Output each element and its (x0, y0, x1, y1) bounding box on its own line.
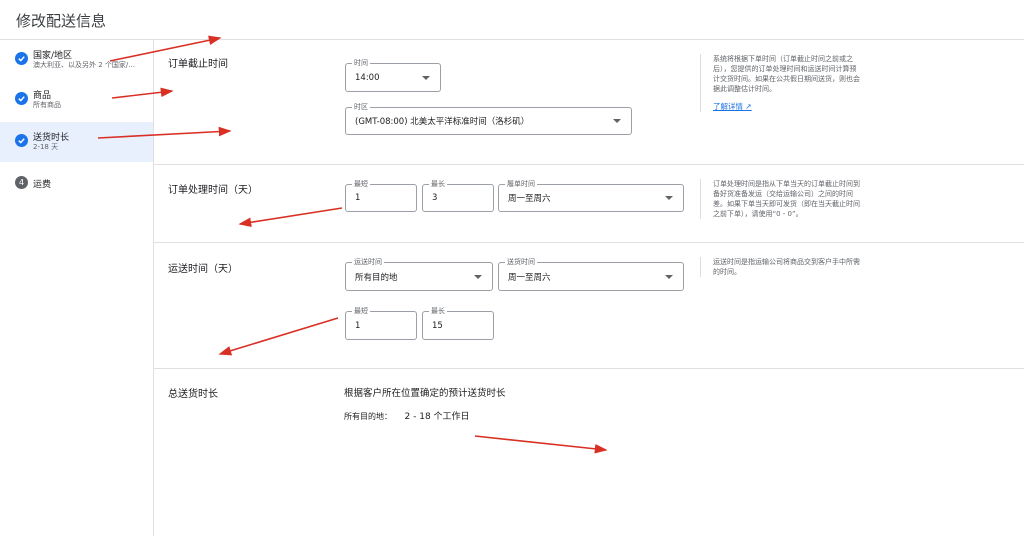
field-value: 1 (355, 193, 361, 203)
field-label: 时区 (352, 102, 370, 112)
field-label: 最短 (352, 306, 370, 316)
total-row-label: 所有目的地： (344, 412, 392, 421)
page-header: 修改配送信息 (0, 0, 1024, 40)
total-row: 所有目的地： 2 - 18 个工作日 (344, 409, 470, 422)
learn-more-label: 了解详情 (713, 102, 743, 111)
field-label: 时间 (352, 58, 370, 68)
transit-min-input[interactable]: 最短 1 (345, 306, 417, 340)
page-title: 修改配送信息 (16, 12, 107, 30)
field-value: 周一至周六 (508, 194, 551, 204)
step-summary: 2-18 天 (33, 143, 59, 151)
field-label: 最短 (352, 179, 370, 189)
total-row-value: 2 - 18 个工作日 (404, 412, 470, 422)
section-title: 订单截止时间 (168, 59, 228, 70)
cutoff-help: 系统将根据下单时间（订单截止时间之前或之后），您提供的订单处理时间和运送时间计算… (700, 54, 860, 112)
field-value: 14:00 (355, 72, 380, 83)
handling-help: 订单处理时间是指从下单当天的订单截止时间到备好货准备发运（交给运输公司）之间的时… (700, 179, 860, 219)
dropdown-arrow-icon (422, 75, 430, 80)
dropdown-arrow-icon (665, 274, 673, 279)
handling-days-select[interactable]: 履单时间 周一至周六 (498, 179, 684, 212)
step-label: 运费 (33, 180, 52, 190)
field-label: 最长 (429, 306, 447, 316)
section-title: 订单处理时间（天） (168, 185, 258, 196)
field-label: 送货时间 (505, 257, 537, 267)
total-section-title: 总送货时长 (168, 389, 218, 400)
dropdown-arrow-icon (474, 274, 482, 279)
help-text: 系统将根据下单时间（订单截止时间之前或之后），您提供的订单处理时间和运送时间计算… (713, 55, 860, 93)
check-circle-icon (15, 134, 28, 147)
field-value: 15 (432, 320, 443, 331)
learn-more-link[interactable]: 了解详情 ↗ (713, 102, 752, 112)
step-sidebar: 国家/地区 澳大利亚、以及另外 2 个国家/... 商品 所有商品 送货时长 2… (0, 40, 154, 536)
cutoff-section: 订单截止时间 时间 14:00 时区 (GMT-08:00) 北美太平洋标准时间… (154, 40, 1024, 165)
section-title: 运送时间（天） (168, 264, 238, 275)
cutoff-time-select[interactable]: 时间 14:00 (345, 58, 441, 92)
transit-help: 运送时间是指运输公司将商品交到客户手中所需的时间。 (700, 257, 860, 277)
step-number-badge: 4 (15, 176, 28, 189)
handling-section: 订单处理时间（天） 最短 1 最长 3 履单时间 周一至周六 订单处理时间是指从… (154, 165, 1024, 243)
external-link-icon: ↗ (745, 102, 752, 111)
field-value: 周一至周六 (508, 272, 551, 283)
shipping-editor-page: 修改配送信息 国家/地区 澳大利亚、以及另外 2 个国家/... 商品 所有商品… (0, 0, 1024, 536)
transit-destination-select[interactable]: 运送时间 所有目的地 (345, 257, 493, 291)
field-label: 履单时间 (505, 179, 537, 189)
dropdown-arrow-icon (613, 119, 621, 123)
step-delivery-time[interactable]: 送货时长 2-18 天 (0, 122, 153, 162)
field-value: 3 (432, 193, 438, 203)
main-content: 订单截止时间 时间 14:00 时区 (GMT-08:00) 北美太平洋标准时间… (154, 40, 1024, 536)
step-summary: 所有商品 (33, 101, 61, 109)
step-summary: 澳大利亚、以及另外 2 个国家/... (33, 61, 135, 69)
transit-days-select[interactable]: 送货时间 周一至周六 (498, 257, 684, 291)
dropdown-arrow-icon (665, 196, 673, 200)
handling-min-input[interactable]: 最短 1 (345, 179, 417, 212)
check-circle-icon (15, 92, 28, 105)
timezone-select[interactable]: 时区 (GMT-08:00) 北美太平洋标准时间（洛杉矶） (345, 102, 632, 135)
step-shipping-cost[interactable]: 4 运费 (0, 164, 153, 204)
handling-max-input[interactable]: 最长 3 (422, 179, 494, 212)
field-value: 1 (355, 320, 361, 331)
field-value: (GMT-08:00) 北美太平洋标准时间（洛杉矶） (355, 117, 530, 127)
field-value: 所有目的地 (355, 272, 398, 283)
step-products[interactable]: 商品 所有商品 (0, 80, 153, 120)
field-label: 运送时间 (352, 257, 384, 267)
step-country[interactable]: 国家/地区 澳大利亚、以及另外 2 个国家/... (0, 40, 153, 80)
field-label: 最长 (429, 179, 447, 189)
check-circle-icon (15, 52, 28, 65)
transit-max-input[interactable]: 最长 15 (422, 306, 494, 340)
transit-section: 运送时间（天） 运送时间 所有目的地 送货时间 周一至周六 最短 1 最长 15… (154, 243, 1024, 369)
total-heading: 根据客户所在位置确定的预计送货时长 (344, 388, 506, 399)
